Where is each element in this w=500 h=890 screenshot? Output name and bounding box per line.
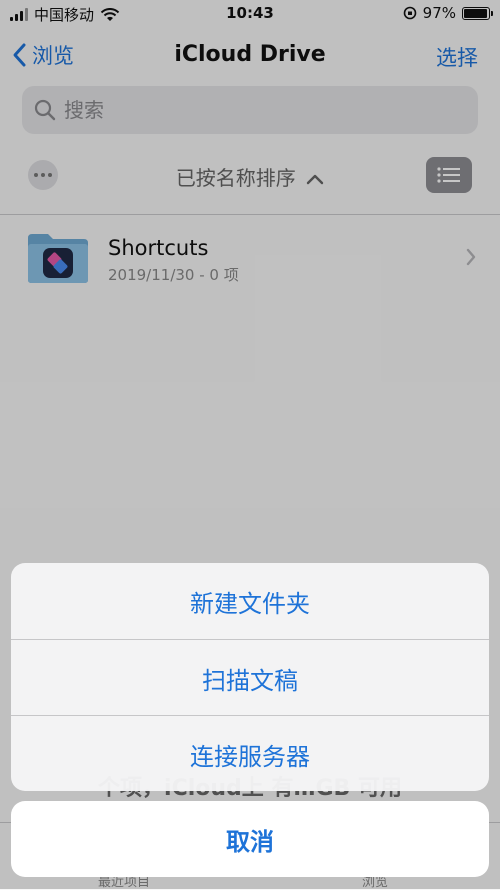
watermark: Bai 经验 (413, 834, 488, 855)
scan-document-button[interactable]: 扫描文稿 (11, 640, 489, 716)
connect-server-button[interactable]: 连接服务器 (11, 716, 489, 791)
new-folder-button[interactable]: 新建文件夹 (11, 563, 489, 639)
action-sheet: 新建文件夹 扫描文稿 连接服务器 (11, 563, 489, 791)
